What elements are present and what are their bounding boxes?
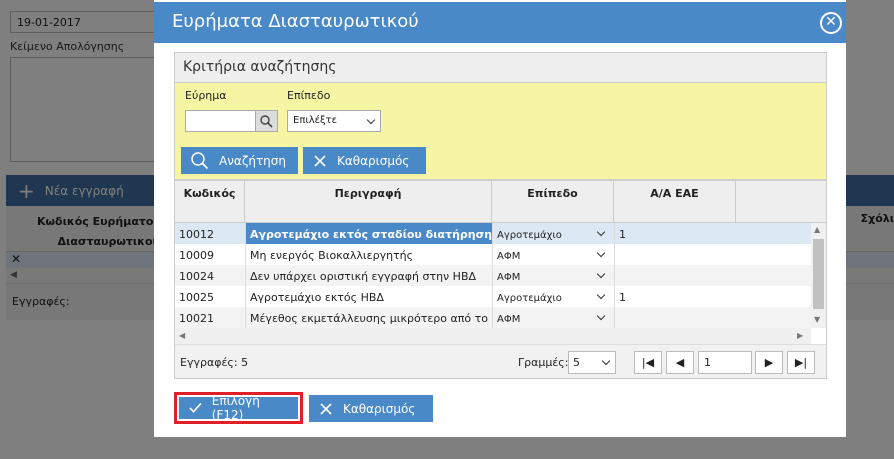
- criteria-clear-label: Καθαρισμός: [337, 153, 410, 168]
- cell-level-value: Αγροτεμάχιο: [497, 293, 562, 304]
- cell-description: Αγροτεμάχιο εκτός σταδίου διατήρησης: [245, 223, 492, 244]
- close-icon: [320, 402, 332, 415]
- chevron-down-icon: [596, 290, 606, 300]
- finding-label: Εύρημα: [185, 89, 227, 102]
- dialog-clear-button[interactable]: Καθαρισμός: [309, 395, 433, 422]
- close-icon[interactable]: ✕: [820, 12, 842, 34]
- header-description[interactable]: Περιγραφή: [245, 181, 492, 223]
- scroll-left-icon[interactable]: ◀: [179, 331, 185, 340]
- cell-level-select[interactable]: Αγροτεμάχιο: [492, 223, 614, 244]
- header-level[interactable]: Επίπεδο: [492, 181, 614, 223]
- select-button[interactable]: Επιλογή (F12): [179, 394, 298, 422]
- cell-aa: 1: [614, 223, 736, 244]
- chevron-down-icon: [596, 269, 606, 279]
- cell-description: Αγροτεμάχιο εκτός ΗΒΔ: [245, 286, 492, 307]
- findings-dialog: Ευρήματα Διασταυρωτικού ✕ Κριτήρια αναζή…: [154, 0, 846, 437]
- rows-per-page-label: Γραμμές:: [518, 356, 569, 369]
- cell-code: 10009: [179, 249, 214, 262]
- scroll-right-icon[interactable]: ▶: [797, 331, 803, 340]
- search-icon: [191, 151, 209, 169]
- cell-code: 10012: [179, 228, 214, 241]
- cell-level-select[interactable]: ΑΦΜ: [492, 244, 614, 265]
- rows-per-page-value: 5: [573, 356, 580, 369]
- grid-horizontal-scrollbar[interactable]: ◀ ▶: [175, 328, 811, 344]
- cell-code: 10025: [179, 291, 214, 304]
- findings-grid: Κωδικός Περιγραφή Επίπεδο Α/Α ΕΑΕ 10012 …: [174, 180, 827, 379]
- scrollbar-thumb[interactable]: [813, 239, 824, 309]
- dialog-header: Ευρήματα Διασταυρωτικού ✕: [154, 2, 846, 43]
- table-row[interactable]: 10025 Αγροτεμάχιο εκτός ΗΒΔ Αγροτεμάχιο …: [175, 286, 811, 307]
- search-button-label: Αναζήτηση: [219, 153, 286, 168]
- next-page-button[interactable]: ▶: [755, 351, 783, 374]
- search-icon[interactable]: [255, 111, 277, 131]
- check-icon: [189, 402, 202, 413]
- cell-aa: [614, 265, 736, 286]
- cell-aa: [614, 307, 736, 328]
- table-row[interactable]: 10024 Δεν υπάρχει οριστική εγγραφή στην …: [175, 265, 811, 286]
- level-select[interactable]: Επιλέξτε: [287, 110, 381, 132]
- records-count: Εγγραφές: 5: [180, 356, 249, 369]
- cell-code: 10021: [179, 312, 214, 325]
- cell-level-select[interactable]: Αγροτεμάχιο: [492, 286, 614, 307]
- cell-level-value: ΑΦΜ: [497, 272, 521, 283]
- criteria-clear-button[interactable]: Καθαρισμός: [303, 147, 426, 174]
- grid-body: 10012 Αγροτεμάχιο εκτός σταδίου διατήρησ…: [175, 223, 826, 328]
- cell-level-select[interactable]: ΑΦΜ: [492, 265, 614, 286]
- cell-description: Μη ενεργός Βιοκαλλιεργητής: [245, 244, 492, 265]
- select-button-highlight: Επιλογή (F12): [174, 392, 303, 424]
- grid-vertical-scrollbar[interactable]: ▲ ▼: [811, 223, 826, 328]
- search-button[interactable]: Αναζήτηση: [181, 147, 298, 174]
- chevron-down-icon: [601, 356, 611, 366]
- cell-description: Δεν υπάρχει οριστική εγγραφή στην ΗΒΔ: [245, 265, 492, 286]
- cell-description: Μέγεθος εκμετάλλευσης μικρότερο από το: [245, 307, 492, 328]
- page-number-input[interactable]: 1: [698, 351, 752, 374]
- cell-aa: [614, 244, 736, 265]
- table-row[interactable]: 10009 Μη ενεργός Βιοκαλλιεργητής ΑΦΜ: [175, 244, 811, 265]
- first-page-button[interactable]: |◀: [634, 351, 662, 374]
- scroll-up-icon[interactable]: ▲: [814, 225, 820, 234]
- chevron-down-icon: [596, 248, 606, 258]
- level-select-value: Επιλέξτε: [293, 115, 338, 126]
- grid-header: Κωδικός Περιγραφή Επίπεδο Α/Α ΕΑΕ: [175, 181, 826, 223]
- table-row[interactable]: 10021 Μέγεθος εκμετάλλευσης μικρότερο απ…: [175, 307, 811, 328]
- chevron-down-icon: [596, 227, 606, 237]
- dialog-title: Ευρήματα Διασταυρωτικού: [172, 11, 419, 32]
- prev-page-button[interactable]: ◀: [666, 351, 694, 374]
- finding-search-input[interactable]: [185, 110, 278, 132]
- criteria-title: Κριτήρια αναζήτησης: [175, 53, 826, 83]
- cell-code: 10024: [179, 270, 214, 283]
- cell-aa: 1: [614, 286, 736, 307]
- cell-level-select[interactable]: ΑΦΜ: [492, 307, 614, 328]
- cell-level-value: ΑΦΜ: [497, 251, 521, 262]
- header-aa-eae[interactable]: Α/Α ΕΑΕ: [614, 181, 736, 223]
- rows-per-page-select[interactable]: 5: [568, 351, 616, 374]
- select-button-label: Επιλογή (F12): [211, 394, 260, 422]
- table-row[interactable]: 10012 Αγροτεμάχιο εκτός σταδίου διατήρησ…: [175, 223, 811, 244]
- last-page-button[interactable]: ▶|: [787, 351, 815, 374]
- cell-level-value: ΑΦΜ: [497, 314, 521, 325]
- scroll-down-icon[interactable]: ▼: [814, 315, 820, 324]
- chevron-down-icon: [366, 115, 376, 125]
- close-icon: [314, 154, 326, 167]
- chevron-down-icon: [596, 311, 606, 321]
- dialog-clear-label: Καθαρισμός: [343, 401, 416, 416]
- search-criteria-panel: Κριτήρια αναζήτησης Εύρημα Επίπεδο Επιλέ…: [174, 52, 827, 180]
- header-code[interactable]: Κωδικός: [175, 181, 245, 223]
- cell-level-value: Αγροτεμάχιο: [497, 230, 562, 241]
- level-label: Επίπεδο: [287, 89, 331, 102]
- grid-footer: Εγγραφές: 5 Γραμμές: 5 |◀ ◀ 1 ▶ ▶|: [175, 344, 826, 378]
